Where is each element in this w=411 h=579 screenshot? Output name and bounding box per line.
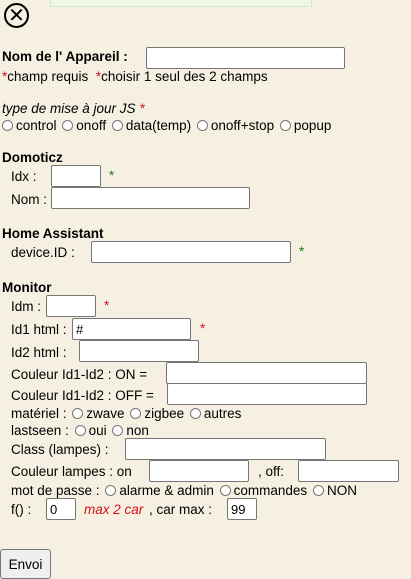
radio-non[interactable] bbox=[112, 425, 124, 436]
lastseen-row: lastseen : oui non bbox=[11, 423, 149, 438]
class-label: Class (lampes) : bbox=[11, 442, 109, 457]
device-id-star: * bbox=[299, 244, 305, 259]
color-off-label: Couleur Id1-Id2 : OFF = bbox=[11, 388, 154, 403]
f-label: f() : bbox=[11, 502, 32, 517]
radio-commandes-label: commandes bbox=[233, 483, 308, 498]
password-row: mot de passe : alarme & admin commandes … bbox=[11, 483, 357, 498]
id1-html-label: Id1 html : bbox=[11, 322, 67, 337]
radio-onoff-stop-label: onoff+stop bbox=[210, 118, 275, 133]
id2-html-input[interactable] bbox=[79, 340, 199, 362]
radio-zwave[interactable] bbox=[72, 408, 84, 419]
radio-popup[interactable] bbox=[279, 120, 291, 131]
idx-star: * bbox=[109, 168, 115, 183]
color-on-input[interactable] bbox=[166, 362, 367, 384]
radio-non-label: non bbox=[126, 423, 149, 438]
required-text: champ requis bbox=[7, 69, 89, 84]
radio-zigbee[interactable] bbox=[130, 408, 142, 419]
radio-data-temp-label: data(temp) bbox=[125, 118, 192, 133]
radio-data-temp[interactable] bbox=[111, 120, 123, 131]
radio-oui-label: oui bbox=[88, 423, 107, 438]
class-input[interactable] bbox=[125, 438, 326, 460]
max-car-note: max 2 car bbox=[84, 502, 144, 517]
id1-html-star: * bbox=[200, 321, 206, 336]
lastseen-label: lastseen : bbox=[11, 423, 69, 438]
idx-input[interactable] bbox=[51, 165, 101, 187]
monitor-title: Monitor bbox=[2, 280, 52, 295]
appareil-name-input[interactable] bbox=[146, 47, 345, 69]
appareil-label: Nom de l' Appareil : bbox=[2, 49, 128, 64]
radio-non-password-label: NON bbox=[326, 483, 357, 498]
idx-label: Idx : bbox=[11, 169, 37, 184]
radio-commandes[interactable] bbox=[219, 485, 231, 496]
requirements-note: *champ requis *choisir 1 seul des 2 cham… bbox=[2, 69, 268, 84]
idm-star: * bbox=[104, 298, 110, 313]
radio-zigbee-label: zigbee bbox=[144, 406, 185, 421]
radio-autres-label: autres bbox=[203, 406, 242, 421]
car-max-input[interactable] bbox=[227, 498, 257, 520]
car-max-label: , car max : bbox=[149, 502, 213, 517]
radio-autres[interactable] bbox=[189, 408, 201, 419]
device-id-label: device.ID : bbox=[11, 245, 75, 260]
domoticz-title: Domoticz bbox=[2, 150, 63, 165]
radio-control-label: control bbox=[16, 118, 57, 133]
choose-text: choisir 1 seul des 2 champs bbox=[101, 69, 268, 84]
radio-zwave-label: zwave bbox=[86, 406, 125, 421]
radio-alarme-admin-label: alarme & admin bbox=[119, 483, 214, 498]
lampes-on-input[interactable] bbox=[149, 460, 249, 482]
idm-label: Idm : bbox=[11, 299, 42, 314]
nom-label: Nom : bbox=[11, 192, 48, 207]
lampes-off-input[interactable] bbox=[298, 460, 399, 482]
materiel-row: matériel : zwave zigbee autres bbox=[11, 406, 241, 421]
home-assistant-title: Home Assistant bbox=[2, 226, 104, 241]
f-input[interactable] bbox=[46, 498, 76, 520]
radio-onoff-label: onoff bbox=[76, 118, 107, 133]
close-icon: ✕ bbox=[8, 4, 25, 27]
submit-button[interactable]: Envoi bbox=[0, 549, 51, 579]
lampes-on-label: Couleur lampes : on bbox=[11, 464, 132, 479]
nom-input[interactable] bbox=[51, 187, 250, 209]
idm-input[interactable] bbox=[46, 295, 96, 317]
device-id-input[interactable] bbox=[91, 241, 291, 263]
radio-control[interactable] bbox=[2, 120, 13, 131]
materiel-label: matériel : bbox=[11, 406, 67, 421]
password-label: mot de passe : bbox=[11, 483, 100, 498]
update-type-text: type de mise à jour JS bbox=[2, 101, 136, 116]
radio-non-password[interactable] bbox=[312, 485, 324, 496]
lampes-off-label: , off: bbox=[258, 464, 285, 479]
radio-alarme-admin[interactable] bbox=[105, 485, 117, 496]
id2-html-label: Id2 html : bbox=[11, 345, 67, 360]
color-on-label: Couleur Id1-Id2 : ON = bbox=[11, 367, 148, 382]
update-type-label: type de mise à jour JS * bbox=[2, 101, 145, 116]
radio-oui[interactable] bbox=[74, 425, 86, 436]
radio-onoff-stop[interactable] bbox=[196, 120, 208, 131]
radio-onoff[interactable] bbox=[62, 120, 74, 131]
top-strip bbox=[50, 0, 312, 7]
id1-html-input[interactable] bbox=[72, 318, 191, 340]
radio-popup-label: popup bbox=[293, 118, 332, 133]
update-type-star: * bbox=[139, 101, 145, 116]
close-button[interactable]: ✕ bbox=[4, 3, 29, 28]
color-off-input[interactable] bbox=[167, 383, 367, 405]
update-type-options: control onoff data(temp) onoff+stop popu… bbox=[0, 118, 331, 133]
